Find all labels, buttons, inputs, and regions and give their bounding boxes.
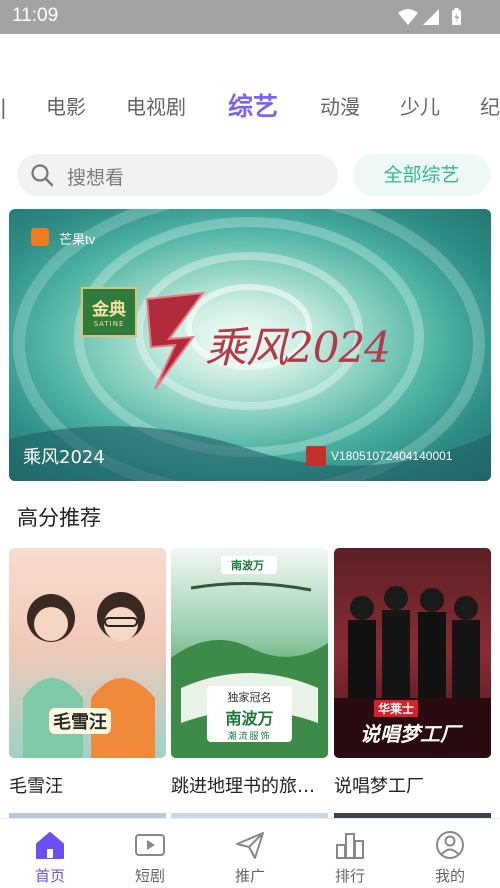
sponsor-logo: 金典 SATINE [81, 287, 137, 337]
nav-promote-label: 推广 [234, 867, 265, 885]
nav-profile-label: 我的 [434, 867, 465, 885]
nav-promote[interactable]: 推广 [200, 819, 300, 888]
card-title[interactable]: 毛雪汪 [9, 772, 166, 798]
battery-icon [452, 8, 461, 25]
show-card[interactable]: 毛雪汪 [9, 548, 166, 758]
nav-ranking-label: 排行 [334, 867, 365, 885]
nav-home[interactable]: 首页 [0, 819, 100, 888]
bottom-nav: 首页 短剧 推广 排行 我的 [0, 818, 500, 888]
banner-watermark-id: V18051072404140001 [331, 449, 453, 463]
status-time: 11:09 [12, 5, 59, 26]
play-icon [135, 834, 165, 856]
watermark-seal-icon [306, 446, 326, 466]
tab-partial-left[interactable]: | [0, 84, 7, 132]
brand-name: 南波万 [225, 709, 274, 728]
tab-anime[interactable]: 动漫 [320, 84, 360, 132]
show-card[interactable]: 华莱士 说唱梦工厂 [334, 548, 491, 758]
sponsor-name: 金典 [92, 300, 126, 320]
send-icon [236, 832, 264, 859]
card-top-brand: 南波万 [231, 559, 264, 572]
tab-movie[interactable]: 电影 [46, 84, 86, 132]
status-bar: 11:09 [0, 0, 500, 34]
show-card[interactable]: 南波万 独家冠名 南波万 潮流服饰 [171, 548, 328, 758]
brand-label: 独家冠名 [227, 691, 272, 704]
wifi-icon [398, 9, 418, 25]
search-placeholder: 搜想看 [67, 167, 125, 189]
nav-short-drama-label: 短剧 [134, 867, 165, 885]
ranking-icon [336, 833, 364, 859]
status-icons [398, 8, 461, 25]
search-icon [31, 164, 54, 187]
card-art-title: 毛雪汪 [49, 708, 111, 734]
profile-icon [436, 831, 464, 859]
sponsor-sub: SATINE [93, 320, 125, 328]
tab-variety[interactable]: 综艺 [228, 84, 278, 132]
card-top-brand: 华莱士 [374, 700, 419, 717]
signal-icon [423, 9, 439, 25]
card-art-title: 说唱梦工厂 [360, 722, 460, 746]
section-title: 高分推荐 [17, 506, 101, 530]
card-title[interactable]: 说唱梦工厂 [334, 772, 491, 798]
nav-ranking[interactable]: 排行 [300, 819, 400, 888]
card-brand-badge: 独家冠名 南波万 潮流服饰 [207, 686, 292, 742]
mango-tv-logo-text: 芒果tv [59, 232, 96, 247]
brand-sub: 潮流服饰 [227, 732, 272, 742]
nav-profile[interactable]: 我的 [400, 819, 500, 888]
nav-short-drama[interactable]: 短剧 [100, 819, 200, 888]
card-title[interactable]: 跳进地理书的旅… [171, 772, 328, 798]
tab-tv-series[interactable]: 电视剧 [126, 84, 186, 132]
tab-documentary[interactable]: 纪 [480, 84, 500, 132]
nav-home-label: 首页 [34, 867, 65, 885]
tab-kids[interactable]: 少儿 [400, 84, 440, 132]
all-variety-button[interactable]: 全部综艺 [353, 154, 490, 196]
featured-banner[interactable]: 芒果tv 金典 SATINE 乘风2024 乘风2024 V1805107240… [9, 209, 491, 481]
search-input[interactable]: 搜想看 [17, 154, 338, 196]
banner-title: 乘风2024 [23, 447, 105, 468]
show-title-art: 乘风2024 [205, 323, 391, 372]
home-icon [36, 832, 64, 859]
category-tabs: | 电影 电视剧 综艺 动漫 少儿 纪 [0, 84, 500, 132]
